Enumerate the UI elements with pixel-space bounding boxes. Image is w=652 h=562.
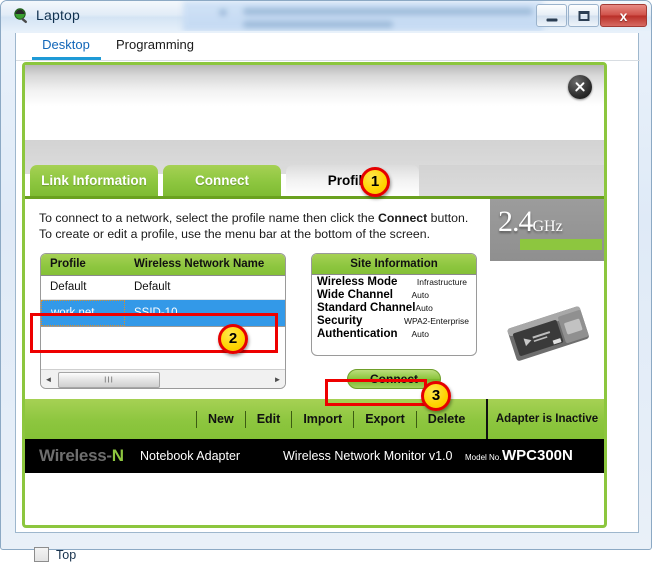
wireless-monitor-app: Link Information Connect Profiles To con… xyxy=(22,62,607,528)
band-header: 2.4GHz xyxy=(490,199,604,261)
site-information-panel: Site Information Wireless Mode Infrastru… xyxy=(311,253,477,356)
screenshot-root: Laptop x Desktop Programming Link Inform… xyxy=(0,0,652,562)
tab-programming[interactable]: Programming xyxy=(108,35,202,60)
value-authentication: Auto xyxy=(411,329,430,339)
menu-item-export[interactable]: Export xyxy=(365,412,405,426)
callout-badge-3: 3 xyxy=(421,381,451,411)
menu-item-new[interactable]: New xyxy=(208,412,234,426)
menu-item-import[interactable]: Import xyxy=(303,412,342,426)
app-tabstrip: Link Information Connect Profiles xyxy=(25,165,604,196)
label-wide-channel: Wide Channel xyxy=(317,289,393,301)
tabstrip-divider xyxy=(16,60,640,61)
app-header xyxy=(25,65,604,140)
maximize-button[interactable] xyxy=(568,4,599,27)
model-number-value: WPC300N xyxy=(502,447,573,464)
value-wide-channel: Auto xyxy=(411,290,430,300)
tab-connect[interactable]: Connect xyxy=(163,165,281,196)
scrollbar-track[interactable]: III xyxy=(56,371,270,388)
window-title: Laptop xyxy=(36,7,81,23)
monitor-version: Wireless Network Monitor v1.0 xyxy=(283,449,453,463)
site-info-row-wide-channel: Wide Channel Auto xyxy=(312,288,476,301)
scroll-right-arrow-icon[interactable]: ► xyxy=(270,375,285,384)
instructions-text: To connect to a network, select the prof… xyxy=(39,210,469,242)
label-wireless-mode: Wireless Mode xyxy=(317,276,398,288)
band-accent-bar xyxy=(520,239,602,250)
cell-profile: Default xyxy=(50,281,87,293)
value-security: WPA2-Enterprise xyxy=(403,316,469,326)
window-client-area: Desktop Programming Link Information Con… xyxy=(15,33,640,562)
close-x-icon: x xyxy=(619,7,628,24)
column-header-network-name: Wireless Network Name xyxy=(134,258,265,270)
instructions-part1: To connect to a network, select the prof… xyxy=(39,211,379,225)
close-button[interactable]: x xyxy=(600,4,647,27)
pcmcia-card-illustration xyxy=(507,306,589,361)
application-window: Laptop x Desktop Programming Link Inform… xyxy=(0,0,652,562)
product-name: Notebook Adapter xyxy=(140,449,241,463)
band-frequency-unit: GHz xyxy=(532,218,563,235)
tab-link-information[interactable]: Link Information xyxy=(30,165,158,196)
site-info-row-security: Security WPA2-Enterprise xyxy=(312,314,476,327)
adapter-status-text: Adapter is Inactive xyxy=(495,413,599,425)
table-horizontal-scrollbar[interactable]: ◄ III ► xyxy=(41,369,285,388)
callout-badge-1: 1 xyxy=(360,167,390,197)
scrollbar-thumb[interactable]: III xyxy=(58,372,160,388)
app-menu-bar: New Edit Import Export Delete Adapter is… xyxy=(25,399,604,439)
menu-divider xyxy=(196,410,197,428)
tab-profiles[interactable]: Profiles xyxy=(286,165,419,196)
column-header-profile: Profile xyxy=(50,258,86,270)
band-panel: 2.4GHz xyxy=(490,199,604,399)
brand-logo: Wireless-N xyxy=(39,446,124,466)
menu-bar-divider xyxy=(486,399,488,439)
blurred-background-text xyxy=(183,1,543,31)
band-frequency-number: 2.4 xyxy=(498,205,533,238)
app-body: To connect to a network, select the prof… xyxy=(25,199,604,399)
table-row[interactable]: Default Default xyxy=(41,276,285,300)
menu-divider xyxy=(353,410,355,428)
value-standard-channel: Auto xyxy=(415,303,433,313)
outer-tabstrip: Desktop Programming xyxy=(16,33,640,61)
scrollbar-grip-icon: III xyxy=(104,375,114,385)
cell-network-name: Default xyxy=(134,281,171,293)
top-checkbox[interactable] xyxy=(34,547,49,562)
site-info-row-standard-channel: Standard Channel Auto xyxy=(312,301,476,314)
minimize-button[interactable] xyxy=(536,4,567,27)
site-info-row-authentication: Authentication Auto xyxy=(312,327,476,340)
label-security: Security xyxy=(317,315,363,327)
app-footer: Wireless-N Notebook Adapter Wireless Net… xyxy=(25,439,604,473)
menu-divider xyxy=(415,410,417,428)
brand-suffix: N xyxy=(111,446,124,465)
label-authentication: Authentication xyxy=(317,328,398,340)
model-number-label: Model No. xyxy=(465,453,502,462)
value-wireless-mode: Infrastructure xyxy=(416,277,467,287)
menu-item-edit[interactable]: Edit xyxy=(257,412,281,426)
tabstrip-filler xyxy=(419,165,604,196)
brand-prefix: Wireless- xyxy=(39,446,112,465)
band-label: 2.4GHz xyxy=(498,205,563,239)
adapter-card-image xyxy=(490,261,604,399)
menu-item-delete[interactable]: Delete xyxy=(428,412,466,426)
menu-divider xyxy=(291,410,293,428)
scroll-left-arrow-icon[interactable]: ◄ xyxy=(41,375,56,384)
site-information-title: Site Information xyxy=(312,254,476,275)
highlight-box-connect-button xyxy=(325,379,427,406)
site-info-row-wireless-mode: Wireless Mode Infrastructure xyxy=(312,275,476,288)
window-controls: x xyxy=(535,4,647,27)
callout-badge-2: 2 xyxy=(218,324,248,354)
menu-divider xyxy=(244,410,246,428)
instructions-connect-emphasis: Connect xyxy=(378,211,428,225)
laptop-magnifier-icon xyxy=(14,8,27,24)
app-close-icon[interactable] xyxy=(568,75,592,99)
label-standard-channel: Standard Channel xyxy=(317,302,416,314)
app-frame: Link Information Connect Profiles To con… xyxy=(22,62,607,528)
top-checkbox-group[interactable]: Top xyxy=(34,547,76,562)
profiles-table-header: Profile Wireless Network Name xyxy=(41,254,285,276)
window-titlebar: Laptop x xyxy=(1,1,651,31)
